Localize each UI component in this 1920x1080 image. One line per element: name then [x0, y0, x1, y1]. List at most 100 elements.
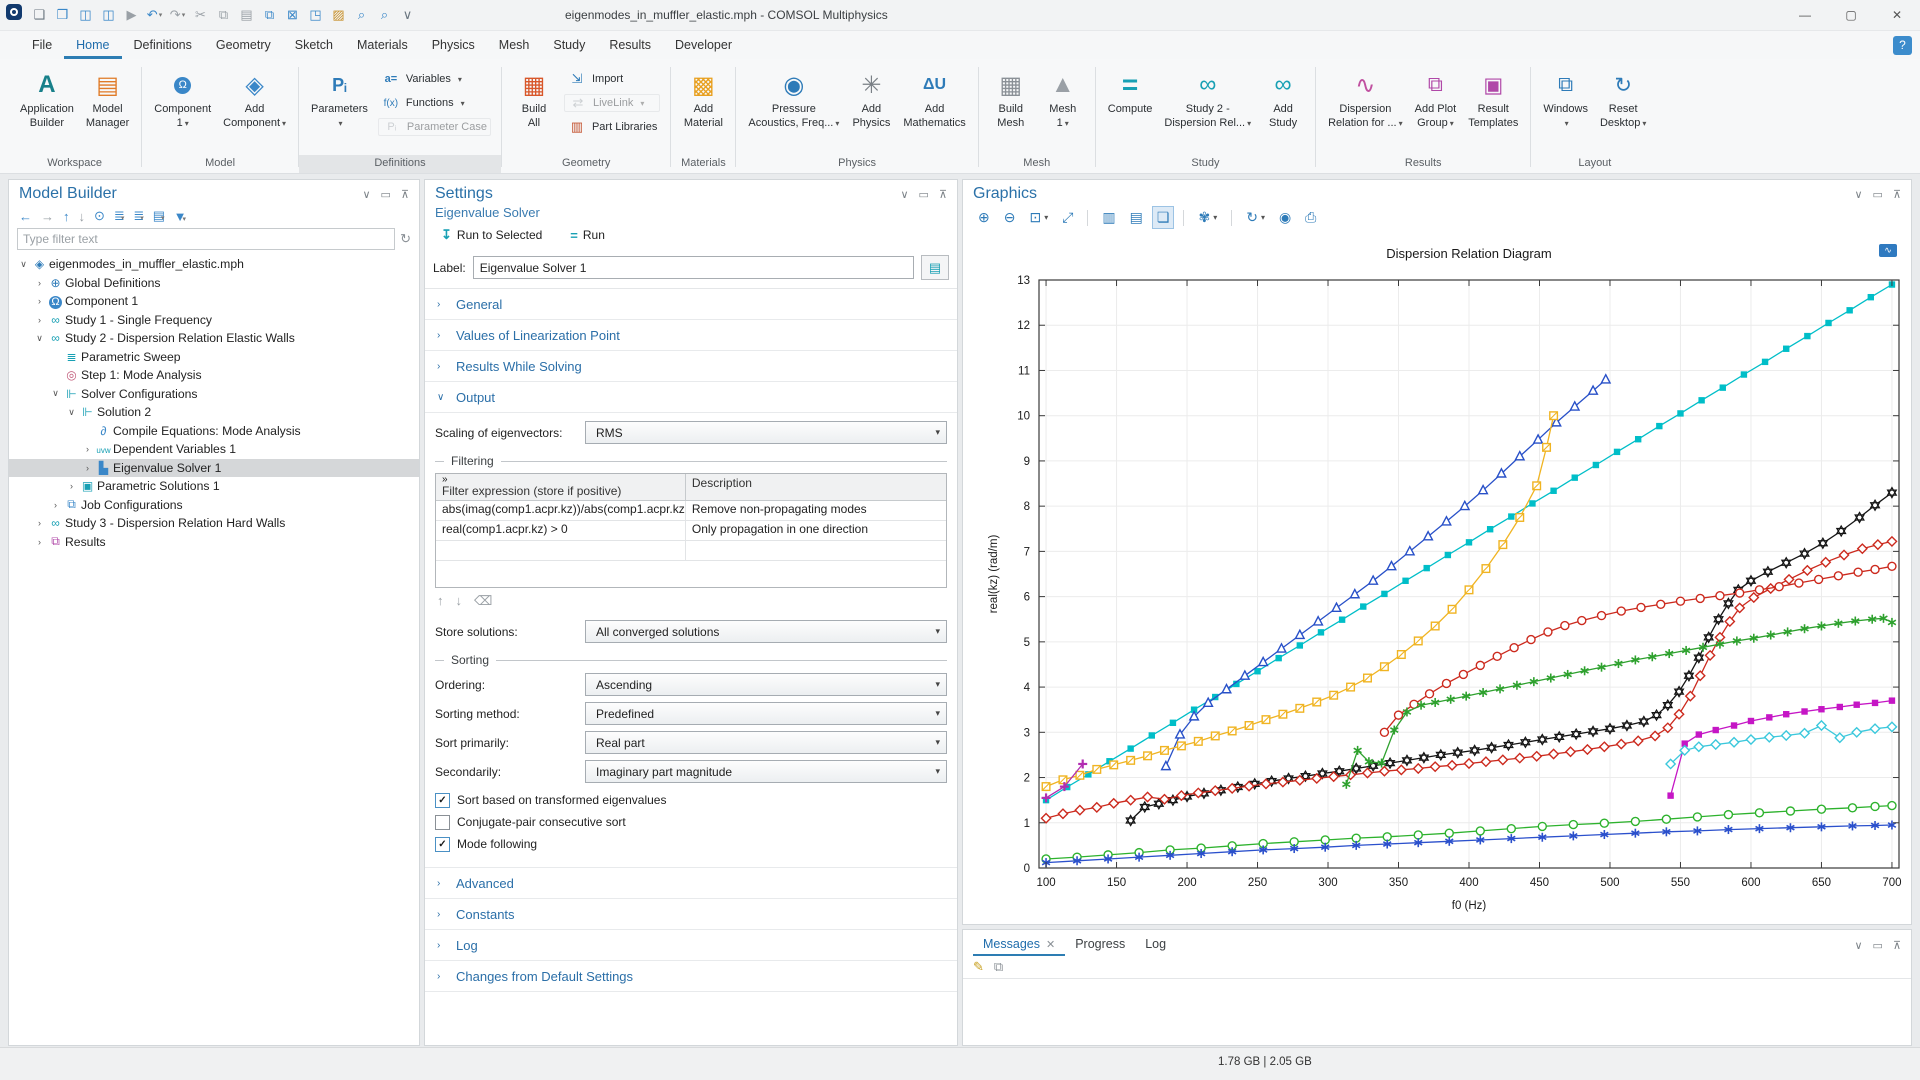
tree-item-eigenvalue-solver-1[interactable]: ›▙Eigenvalue Solver 1	[9, 459, 419, 478]
label-input[interactable]	[473, 256, 914, 279]
move-row-down-button[interactable]: ↓	[456, 593, 463, 609]
undo-button[interactable]: ↶▾	[143, 4, 166, 26]
section-advanced[interactable]: ›Advanced	[425, 868, 957, 899]
tree-item-results[interactable]: ›⧉Results	[9, 533, 419, 552]
functions-button[interactable]: f(x)Functions▾	[378, 94, 491, 112]
result-templates-button[interactable]: ▣ResultTemplates	[1462, 64, 1524, 133]
go-back-button[interactable]: ←	[19, 209, 32, 224]
tree-item-solver-configurations[interactable]: ∨⊩Solver Configurations	[9, 385, 419, 404]
run-button[interactable]: ▶	[120, 4, 143, 26]
go-forward-button[interactable]: →	[41, 209, 54, 224]
section-values-of-linearization-point[interactable]: ›Values of Linearization Point	[425, 320, 957, 351]
delete-row-button[interactable]: ⌫	[474, 593, 492, 609]
store-solutions-select[interactable]: All converged solutions ▾	[585, 620, 947, 643]
checkbox-row-sort-based-on-transformed-eigenvalues[interactable]: ✓Sort based on transformed eigenvalues	[435, 789, 947, 811]
tree-item-study-2-dispersion-relation-elastic-walls[interactable]: ∨∞Study 2 - Dispersion Relation Elastic …	[9, 329, 419, 348]
tab-progress[interactable]: Progress	[1065, 934, 1135, 956]
image-settings-button[interactable]: ✾▾	[1193, 206, 1222, 229]
show-options-button[interactable]: ⊙	[94, 208, 105, 224]
copy-messages-button[interactable]: ⧉	[994, 959, 1003, 975]
menu-tab-developer[interactable]: Developer	[663, 33, 744, 59]
chevron-collapsed-icon[interactable]: ›	[65, 481, 78, 491]
menu-tab-file[interactable]: File	[20, 33, 64, 59]
menu-tab-sketch[interactable]: Sketch	[283, 33, 345, 59]
cut-button[interactable]: ✂	[189, 4, 212, 26]
close-button[interactable]: ✕	[1874, 0, 1920, 30]
compute-button[interactable]: =Compute	[1102, 64, 1159, 120]
chevron-collapsed-icon[interactable]: ›	[81, 444, 94, 454]
tree-item-solution-2[interactable]: ∨⊩Solution 2	[9, 403, 419, 422]
minimize-button[interactable]: —	[1782, 0, 1828, 30]
chevron-expanded-icon[interactable]: ∨	[65, 407, 78, 418]
section-output[interactable]: ∨ Output	[425, 382, 957, 413]
chevron-collapsed-icon[interactable]: ›	[33, 537, 46, 547]
close-icon[interactable]: ✕	[1046, 938, 1055, 951]
tree-item-step-1-mode-analysis[interactable]: ◎Step 1: Mode Analysis	[9, 366, 419, 385]
model-tree-columns-button[interactable]: ▤▾	[153, 208, 165, 224]
checkbox[interactable]	[435, 815, 450, 830]
select-box-button[interactable]: ◳	[304, 4, 327, 26]
pin-icon[interactable]: ⊼	[1893, 188, 1901, 201]
build-mesh-button[interactable]: ▦BuildMesh	[985, 64, 1037, 133]
sorting-method-select[interactable]: Predefined▾	[585, 702, 947, 725]
grid-settings-button[interactable]: ▤	[1125, 206, 1148, 229]
float-icon[interactable]: ▭	[919, 188, 929, 201]
sort-primarily-select[interactable]: Real part▾	[585, 731, 947, 754]
zoom-in-button[interactable]: ⊕	[973, 206, 995, 229]
maximize-button[interactable]: ▢	[1828, 0, 1874, 30]
menu-tab-home[interactable]: Home	[64, 33, 121, 59]
checkbox-row-mode-following[interactable]: ✓Mode following	[435, 833, 947, 855]
tab-messages[interactable]: Messages✕	[973, 934, 1065, 956]
tree-item-study-3-dispersion-relation-hard-walls[interactable]: ›∞Study 3 - Dispersion Relation Hard Wal…	[9, 514, 419, 533]
move-up-button[interactable]: ↑	[63, 209, 70, 224]
filter-nodes-button[interactable]: ▼▾	[174, 209, 186, 224]
study-2-dispersion-button[interactable]: ∞Study 2 -Dispersion Rel...▾	[1158, 64, 1257, 133]
save-as-button[interactable]: ◫	[97, 4, 120, 26]
paste-button[interactable]: ▤	[235, 4, 258, 26]
find-replace-button[interactable]: ⌕	[373, 4, 396, 26]
variables-button[interactable]: a=Variables▾	[378, 70, 491, 88]
qa-overflow-button[interactable]: ∨	[396, 4, 419, 26]
menu-tab-results[interactable]: Results	[597, 33, 663, 59]
tree-filter-input[interactable]	[17, 228, 395, 250]
float-icon[interactable]: ▭	[1873, 188, 1883, 201]
update-plot-button[interactable]: ↻▾	[1241, 206, 1270, 229]
tree-item-study-1-single-frequency[interactable]: ›∞Study 1 - Single Frequency	[9, 311, 419, 330]
run-to-selected-button[interactable]: ↧ Run to Selected	[435, 226, 548, 244]
move-row-up-button[interactable]: ↑	[437, 593, 444, 609]
section-general[interactable]: ›General	[425, 289, 957, 320]
parameter-case-button[interactable]: PᵢParameter Case	[378, 118, 491, 136]
section-log[interactable]: ›Log	[425, 930, 957, 961]
find-button[interactable]: ⌕	[350, 4, 373, 26]
table-row[interactable]: abs(imag(comp1.acpr.kz))/abs(comp1.acpr.…	[436, 501, 946, 521]
tree-item-parametric-sweep[interactable]: ≣Parametric Sweep	[9, 348, 419, 367]
menu-tab-geometry[interactable]: Geometry	[204, 33, 283, 59]
add-component-button[interactable]: ◈AddComponent▾	[217, 64, 292, 133]
refresh-icon[interactable]: ↻	[400, 231, 411, 247]
tree-item-eigenmodes-in-muffler-elastic-mph[interactable]: ∨◈eigenmodes_in_muffler_elastic.mph	[9, 255, 419, 274]
dispersion-chart[interactable]: 1001502002503003504004505005506006507000…	[963, 232, 1909, 915]
float-icon[interactable]: ▭	[1873, 939, 1883, 952]
zoom-extents-button[interactable]: ⤢	[1057, 206, 1078, 229]
livelink-button[interactable]: ⇄LiveLink▾	[564, 94, 660, 112]
build-all-button[interactable]: ▦BuildAll	[508, 64, 560, 133]
parameters-button[interactable]: PᵢParameters▾	[305, 64, 374, 133]
tree-item-component-1[interactable]: ›ΩComponent 1	[9, 292, 419, 311]
filter-expressions-table[interactable]: »Filter expression (store if positive)De…	[435, 473, 947, 588]
chevron-collapsed-icon[interactable]: ›	[81, 463, 94, 473]
table-row[interactable]: real(comp1.acpr.kz) > 0Only propagation …	[436, 521, 946, 541]
float-icon[interactable]: ▭	[381, 188, 391, 201]
add-physics-button[interactable]: ✳AddPhysics	[845, 64, 897, 133]
pin-icon[interactable]: ⊼	[401, 188, 409, 201]
ordering-select[interactable]: Ascending▾	[585, 673, 947, 696]
application-builder-button[interactable]: AApplicationBuilder	[14, 64, 80, 133]
save-button[interactable]: ◫	[74, 4, 97, 26]
chevron-expanded-icon[interactable]: ∨	[17, 259, 30, 270]
checkbox[interactable]: ✓	[435, 837, 450, 852]
secondarily-select[interactable]: Imaginary part magnitude▾	[585, 760, 947, 783]
panel-menu-icon[interactable]: ∨	[1854, 939, 1862, 952]
tab-log[interactable]: Log	[1135, 934, 1176, 956]
chevron-collapsed-icon[interactable]: ›	[49, 500, 62, 510]
tree-item-parametric-solutions-1[interactable]: ›▣Parametric Solutions 1	[9, 477, 419, 496]
add-material-button[interactable]: ▩AddMaterial	[677, 64, 729, 133]
